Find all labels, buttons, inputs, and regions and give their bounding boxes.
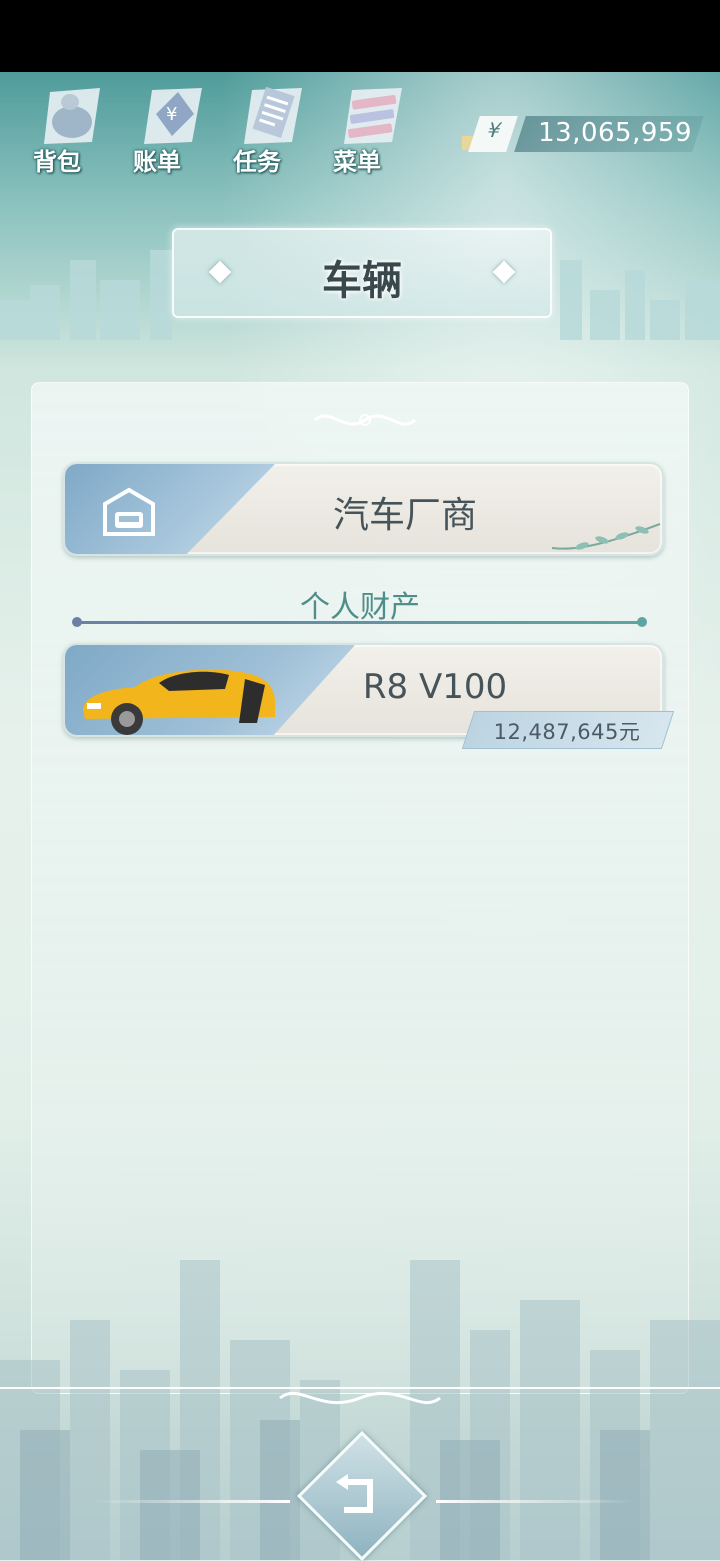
nav-menu-label: 菜单 [333, 148, 381, 176]
bag-icon [44, 88, 100, 144]
nav-menu-button[interactable]: 菜单 [322, 84, 412, 176]
currency-display: ¥ 13,065,959 [460, 116, 704, 152]
nav-bag-label: 背包 [33, 148, 81, 176]
vehicle-price-tag: 12,487,645元 [461, 711, 675, 749]
menu-icon [344, 88, 402, 144]
page-title-plate: 车辆 [172, 228, 552, 318]
bottom-divider-right [436, 1500, 636, 1503]
yellow-sports-car-icon [83, 669, 275, 735]
vehicle-name: R8 V100 [362, 667, 508, 707]
yen-icon: ¥ [468, 116, 518, 152]
bottom-divider-left [90, 1500, 290, 1503]
nav-bill-button[interactable]: ¥ 账单 [122, 84, 212, 176]
nav-task-button[interactable]: 任务 [222, 84, 312, 176]
currency-value: 13,065,959 [538, 118, 692, 148]
status-bar [0, 0, 720, 72]
svg-text:¥: ¥ [166, 104, 177, 125]
nav-task-label: 任务 [233, 148, 281, 176]
bill-icon: ¥ [144, 88, 202, 144]
divider-dot [637, 617, 647, 627]
task-icon [244, 86, 302, 144]
car-dealer-label: 汽车厂商 [332, 495, 477, 536]
vehicle-price: 12,487,645元 [493, 720, 641, 744]
nav-bag-button[interactable]: 背包 [22, 84, 112, 176]
page-title: 车辆 [322, 258, 402, 304]
car-dealer-button[interactable]: 汽车厂商 [63, 462, 664, 556]
section-title: 个人财产 [300, 590, 420, 625]
nav-bill-label: 账单 [133, 148, 181, 176]
divider-dot [72, 617, 82, 627]
scroll-ornament-icon [313, 414, 417, 426]
section-divider [76, 621, 642, 624]
return-arrow-icon[interactable] [330, 1468, 386, 1524]
